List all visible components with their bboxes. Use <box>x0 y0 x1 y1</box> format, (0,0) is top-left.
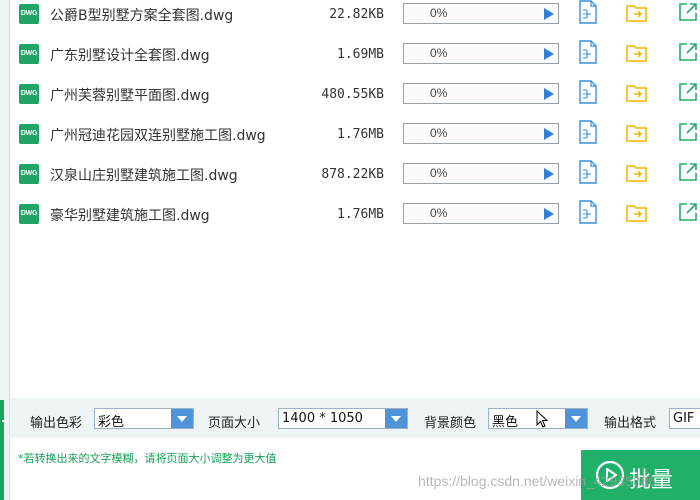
progress-percent: 0% <box>430 46 448 60</box>
file-name: 广州冠迪花园双连别墅施工图.dwg <box>50 128 266 144</box>
chevron-down-icon[interactable] <box>171 409 193 428</box>
file-size: 22.82KB <box>329 7 384 22</box>
open-folder-icon[interactable] <box>626 4 648 22</box>
page-size-value: 1400 * 1050 <box>282 411 363 426</box>
progress-percent: 0% <box>430 126 448 140</box>
settings-bar: 输出色彩 彩色 页面大小 1400 * 1050 背景颜色 黑色 输出格式 GI… <box>10 398 700 438</box>
file-preview-icon[interactable] <box>578 80 598 104</box>
conversion-progress-bar: 0% <box>403 83 559 104</box>
file-size: 1.69MB <box>337 47 384 62</box>
progress-percent: 0% <box>430 166 448 180</box>
dwg-file-icon: DWG <box>19 164 39 184</box>
open-folder-icon[interactable] <box>626 164 648 182</box>
mouse-cursor-icon <box>536 410 548 428</box>
file-row[interactable]: DWG 豪华别墅建筑施工图.dwg 1.76MB 0% <box>10 200 700 240</box>
hint-text: *若转换出来的文字模糊，请将页面大小调整为更大值 <box>18 452 277 465</box>
play-icon[interactable] <box>544 128 554 140</box>
file-list: DWG 公爵B型别墅方案全套图.dwg 22.82KB 0% DWG 广东别墅设… <box>10 0 700 240</box>
file-preview-icon[interactable] <box>578 40 598 64</box>
watermark: https://blog.csdn.net/weixin_42935086 <box>418 473 657 489</box>
output-color-select[interactable]: 彩色 <box>94 408 194 430</box>
background-color-value: 黑色 <box>492 415 519 430</box>
open-folder-icon[interactable] <box>626 84 648 102</box>
progress-percent: 0% <box>430 206 448 220</box>
play-icon[interactable] <box>544 88 554 100</box>
file-size: 1.76MB <box>337 207 384 222</box>
page-size-select[interactable]: 1400 * 1050 <box>278 408 408 429</box>
file-name: 豪华别墅建筑施工图.dwg <box>50 208 210 224</box>
file-row[interactable]: DWG 广州芙蓉别墅平面图.dwg 480.55KB 0% <box>10 80 700 120</box>
open-external-icon[interactable] <box>678 42 698 62</box>
open-external-icon[interactable] <box>678 122 698 142</box>
file-preview-icon[interactable] <box>578 200 598 224</box>
chevron-down-icon[interactable] <box>385 409 407 428</box>
dwg-file-icon: DWG <box>19 124 39 144</box>
file-row[interactable]: DWG 广州冠迪花园双连别墅施工图.dwg 1.76MB 0% <box>10 120 700 160</box>
file-row[interactable]: DWG 广东别墅设计全套图.dwg 1.69MB 0% <box>10 40 700 80</box>
conversion-progress-bar: 0% <box>403 43 559 64</box>
play-icon[interactable] <box>544 208 554 220</box>
open-external-icon[interactable] <box>678 2 698 22</box>
output-format-label: 输出格式 <box>604 416 657 431</box>
dwg-file-icon: DWG <box>19 4 39 24</box>
conversion-progress-bar: 0% <box>403 123 559 144</box>
left-green-marker-notch <box>2 420 6 422</box>
file-row[interactable]: DWG 公爵B型别墅方案全套图.dwg 22.82KB 0% <box>10 0 700 40</box>
progress-percent: 0% <box>430 6 448 20</box>
progress-percent: 0% <box>430 86 448 100</box>
conversion-progress-bar: 0% <box>403 163 559 184</box>
dwg-file-icon: DWG <box>19 44 39 64</box>
left-edge-strip <box>0 0 10 500</box>
file-name: 公爵B型别墅方案全套图.dwg <box>50 8 234 24</box>
output-color-label: 输出色彩 <box>30 416 83 431</box>
output-format-value: GIF <box>673 411 695 426</box>
file-preview-icon[interactable] <box>578 0 598 24</box>
file-name: 广州芙蓉别墅平面图.dwg <box>50 88 210 104</box>
play-icon[interactable] <box>544 8 554 20</box>
file-name: 汉泉山庄别墅建筑施工图.dwg <box>50 168 238 184</box>
open-folder-icon[interactable] <box>626 204 648 222</box>
file-row[interactable]: DWG 汉泉山庄别墅建筑施工图.dwg 878.22KB 0% <box>10 160 700 200</box>
left-green-marker <box>0 400 4 500</box>
page-size-label: 页面大小 <box>208 416 261 431</box>
dwg-file-icon: DWG <box>19 84 39 104</box>
file-size: 1.76MB <box>337 127 384 142</box>
open-external-icon[interactable] <box>678 202 698 222</box>
file-preview-icon[interactable] <box>578 120 598 144</box>
open-external-icon[interactable] <box>678 82 698 102</box>
chevron-down-icon[interactable] <box>565 409 587 428</box>
output-color-value: 彩色 <box>98 415 125 430</box>
background-color-select[interactable]: 黑色 <box>488 408 588 430</box>
conversion-progress-bar: 0% <box>403 203 559 224</box>
file-size: 480.55KB <box>321 87 384 102</box>
output-format-select[interactable]: GIF <box>669 408 700 429</box>
conversion-progress-bar: 0% <box>403 3 559 24</box>
file-size: 878.22KB <box>321 167 384 182</box>
play-icon[interactable] <box>544 48 554 60</box>
dwg-file-icon: DWG <box>19 204 39 224</box>
file-preview-icon[interactable] <box>578 160 598 184</box>
open-external-icon[interactable] <box>678 162 698 182</box>
play-icon[interactable] <box>544 168 554 180</box>
open-folder-icon[interactable] <box>626 44 648 62</box>
background-color-label: 背景颜色 <box>424 416 477 431</box>
open-folder-icon[interactable] <box>626 124 648 142</box>
file-name: 广东别墅设计全套图.dwg <box>50 48 210 64</box>
